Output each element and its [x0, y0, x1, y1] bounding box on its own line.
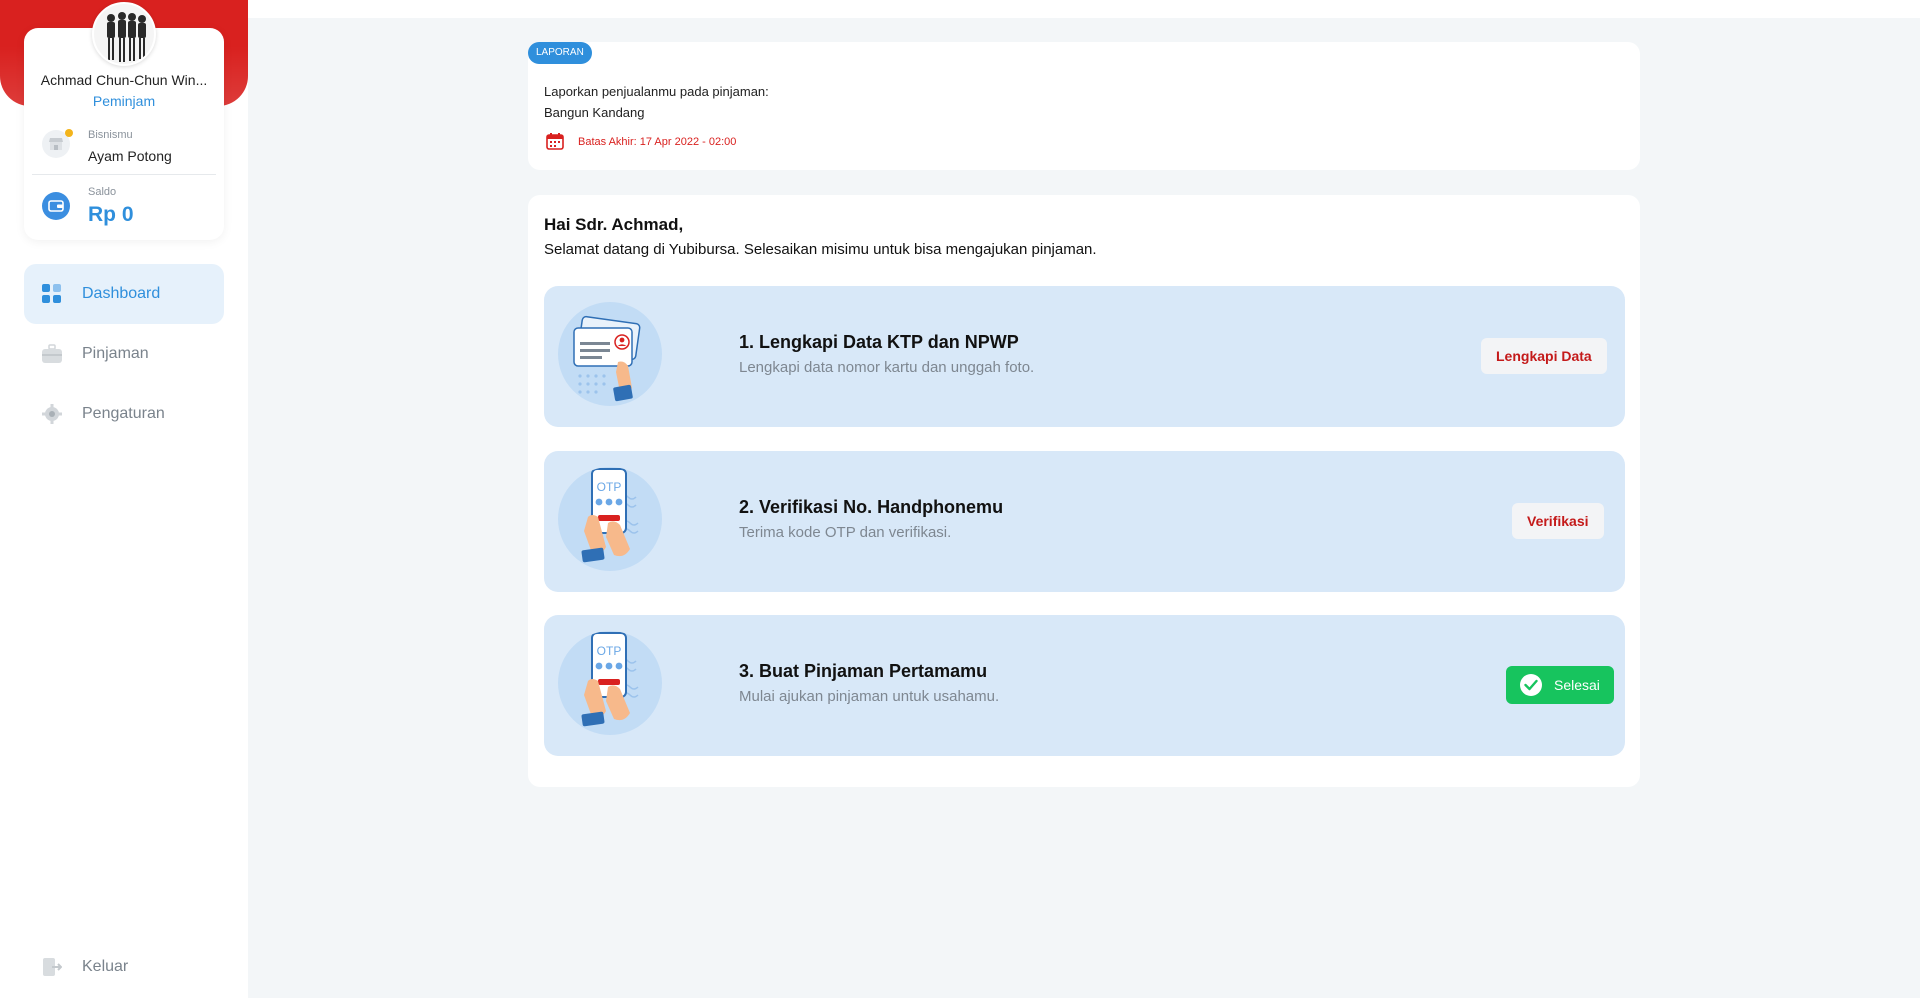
- sidebar: Achmad Chun-Chun Win... Peminjam Bisnism…: [0, 0, 248, 998]
- mission-description: Lengkapi data nomor kartu dan unggah fot…: [739, 359, 1035, 376]
- notification-dot: [65, 129, 73, 137]
- profile-role: Peminjam: [92, 93, 156, 109]
- mission-item-otp: OTP 2. Verifikasi No. Handphonemu Terima…: [544, 451, 1625, 592]
- selesai-button[interactable]: Selesai: [1506, 666, 1614, 704]
- nav-dashboard[interactable]: Dashboard: [24, 264, 224, 324]
- nav-keluar[interactable]: Keluar: [24, 937, 224, 997]
- nav-keluar-label: Keluar: [82, 958, 129, 975]
- saldo-value: Rp 0: [88, 203, 134, 226]
- otp-phone-icon: OTP: [558, 467, 662, 571]
- check-icon: [1520, 674, 1542, 696]
- deadline-text: Batas Akhir: 17 Apr 2022 - 02:00: [578, 136, 737, 148]
- nav-pinjaman-label: Pinjaman: [82, 345, 149, 362]
- nav-dashboard-label: Dashboard: [82, 285, 161, 302]
- top-bar: [248, 0, 1920, 18]
- mission-description: Mulai ajukan pinjaman untuk usahamu.: [739, 688, 1000, 705]
- mission-title: 1. Lengkapi Data KTP dan NPWP: [739, 332, 1019, 352]
- selesai-label: Selesai: [1554, 677, 1600, 693]
- dashboard-icon: [42, 284, 62, 304]
- mission-item-ktp: 1. Lengkapi Data KTP dan NPWP Lengkapi d…: [544, 286, 1625, 427]
- gear-icon: [42, 404, 62, 424]
- nav-pengaturan-label: Pengaturan: [82, 405, 165, 422]
- report-loan-name[interactable]: Bangun Kandang: [544, 105, 644, 120]
- verifikasi-button[interactable]: Verifikasi: [1512, 503, 1604, 539]
- avatar[interactable]: [92, 2, 156, 66]
- mission-title: 2. Verifikasi No. Handphonemu: [739, 497, 1004, 517]
- greeting-subtitle: Selamat datang di Yubibursa. Selesaikan …: [544, 241, 1097, 258]
- nav-pinjaman[interactable]: Pinjaman: [24, 324, 224, 384]
- otp-label: OTP: [597, 644, 622, 658]
- business-value: Ayam Potong: [88, 148, 172, 164]
- report-message: Laporkan penjualanmu pada pinjaman:: [544, 84, 769, 99]
- mission-description: Terima kode OTP dan verifikasi.: [739, 524, 952, 541]
- report-badge: LAPORAN: [528, 42, 592, 64]
- briefcase-icon: [42, 344, 62, 364]
- profile-name: Achmad Chun-Chun Win...: [40, 72, 208, 88]
- report-card: [528, 42, 1640, 170]
- profile-divider: [32, 174, 216, 175]
- mission-item-loan: OTP 3. Buat Pinjaman Pertamamu Mulai aju…: [544, 615, 1625, 756]
- otp-phone-icon: OTP: [558, 631, 662, 735]
- lengkapi-data-button[interactable]: Lengkapi Data: [1481, 338, 1607, 374]
- id-card-icon: [558, 302, 662, 406]
- logout-icon: [42, 957, 62, 977]
- mission-title: 3. Buat Pinjaman Pertamamu: [739, 661, 988, 681]
- business-label: Bisnismu: [88, 129, 133, 141]
- nav-pengaturan[interactable]: Pengaturan: [24, 384, 224, 444]
- calendar-icon: [546, 132, 564, 150]
- greeting-title: Hai Sdr. Achmad,: [544, 215, 684, 234]
- otp-label: OTP: [597, 480, 622, 494]
- saldo-label: Saldo: [88, 186, 117, 198]
- wallet-icon: [42, 192, 70, 220]
